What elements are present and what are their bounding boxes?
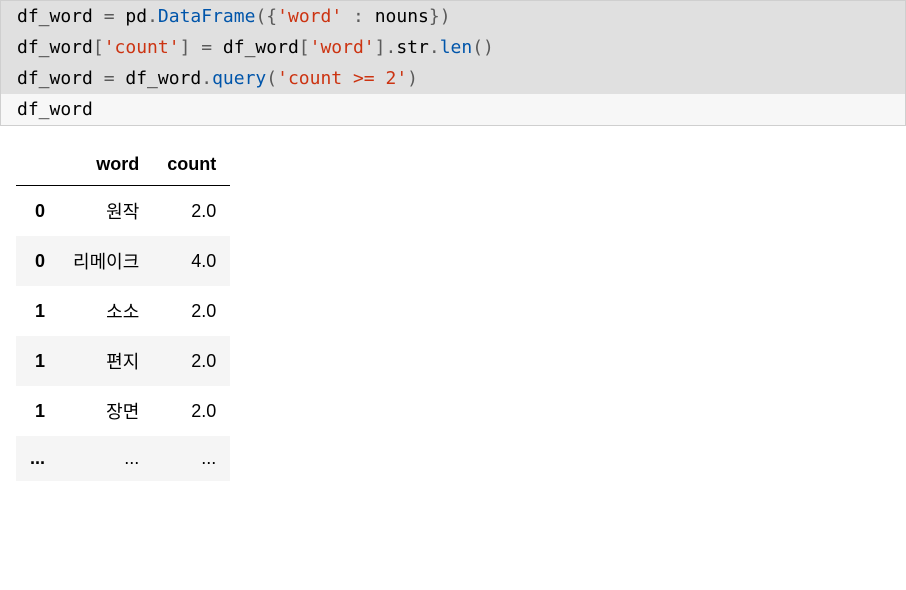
code-token: DataFrame xyxy=(158,6,256,27)
row-index: 1 xyxy=(16,336,59,386)
code-token: df_word xyxy=(17,99,93,120)
code-line-4: df_word xyxy=(1,94,905,125)
cell-word: 편지 xyxy=(59,336,153,386)
code-token: 'word' xyxy=(277,6,342,27)
code-token: : xyxy=(342,6,375,27)
table-row: 1 소소 2.0 xyxy=(16,286,230,336)
output-area: word count 0 원작 2.0 0 리메이크 4.0 1 소소 2.0 … xyxy=(0,144,906,481)
code-token: df_word xyxy=(17,6,93,27)
table-row: 1 장면 2.0 xyxy=(16,386,230,436)
table-row: ... ... ... xyxy=(16,436,230,481)
table-header-count: count xyxy=(153,144,230,186)
code-line-2: df_word['count'] = df_word['word'].str.l… xyxy=(1,32,905,63)
cell-word: 소소 xyxy=(59,286,153,336)
cell-count: 2.0 xyxy=(153,336,230,386)
code-token: = xyxy=(93,6,126,27)
code-line-3: df_word = df_word.query('count >= 2') xyxy=(1,63,905,94)
code-token: 'count' xyxy=(104,37,180,58)
code-token: . xyxy=(386,37,397,58)
row-index: 0 xyxy=(16,186,59,237)
dataframe-table: word count 0 원작 2.0 0 리메이크 4.0 1 소소 2.0 … xyxy=(16,144,230,481)
code-token: ({ xyxy=(255,6,277,27)
code-token: = xyxy=(93,68,126,89)
cell-count: ... xyxy=(153,436,230,481)
code-token: [ xyxy=(93,37,104,58)
cell-count: 2.0 xyxy=(153,286,230,336)
code-token: len xyxy=(440,37,473,58)
cell-word: 리메이크 xyxy=(59,236,153,286)
code-token: df_word xyxy=(17,68,93,89)
cell-word: 원작 xyxy=(59,186,153,237)
code-token: () xyxy=(472,37,494,58)
code-token: }) xyxy=(429,6,451,27)
code-token: pd xyxy=(125,6,147,27)
code-token: df_word xyxy=(17,37,93,58)
cell-count: 4.0 xyxy=(153,236,230,286)
code-token: ) xyxy=(407,68,418,89)
code-token: ] xyxy=(180,37,191,58)
code-token: query xyxy=(212,68,266,89)
cell-word: ... xyxy=(59,436,153,481)
table-header-index xyxy=(16,144,59,186)
row-index: 1 xyxy=(16,386,59,436)
code-token: str xyxy=(396,37,429,58)
table-row: 0 리메이크 4.0 xyxy=(16,236,230,286)
code-token: [ xyxy=(299,37,310,58)
code-token: 'word' xyxy=(310,37,375,58)
table-row: 1 편지 2.0 xyxy=(16,336,230,386)
cell-count: 2.0 xyxy=(153,386,230,436)
row-index: ... xyxy=(16,436,59,481)
code-line-1: df_word = pd.DataFrame({'word' : nouns}) xyxy=(1,1,905,32)
code-token: nouns xyxy=(375,6,429,27)
table-header-word: word xyxy=(59,144,153,186)
code-token: = xyxy=(190,37,223,58)
cell-word: 장면 xyxy=(59,386,153,436)
cell-count: 2.0 xyxy=(153,186,230,237)
code-token: ] xyxy=(375,37,386,58)
row-index: 1 xyxy=(16,286,59,336)
table-row: 0 원작 2.0 xyxy=(16,186,230,237)
code-token: . xyxy=(201,68,212,89)
code-cell: df_word = pd.DataFrame({'word' : nouns})… xyxy=(0,0,906,126)
code-token: 'count >= 2' xyxy=(277,68,407,89)
row-index: 0 xyxy=(16,236,59,286)
table-header-row: word count xyxy=(16,144,230,186)
code-token: ( xyxy=(266,68,277,89)
code-token: . xyxy=(429,37,440,58)
code-token: df_word xyxy=(125,68,201,89)
code-token: . xyxy=(147,6,158,27)
code-token: df_word xyxy=(223,37,299,58)
